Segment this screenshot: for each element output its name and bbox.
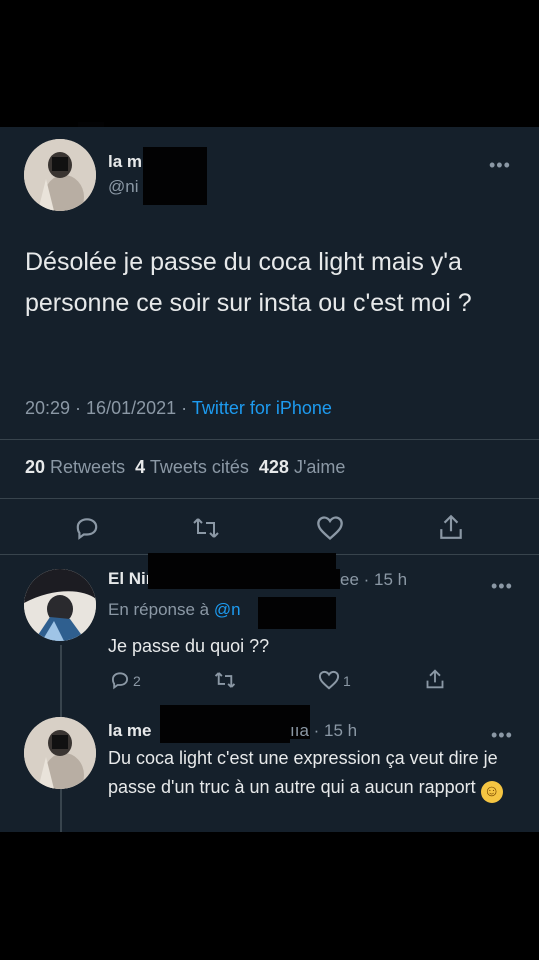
tweet-meta: 20:29 · 16/01/2021 · Twitter for iPhone — [25, 398, 332, 418]
share-icon[interactable] — [438, 513, 464, 546]
retweet-icon[interactable] — [214, 670, 236, 695]
reply-meta: ee · 15 h — [340, 570, 408, 589]
retweet-icon[interactable] — [192, 515, 220, 546]
reply-icon[interactable] — [110, 670, 130, 695]
author-handle[interactable]: @ni — [108, 177, 139, 197]
handle-redaction — [258, 597, 336, 629]
tweet-date: 16/01/2021 — [86, 398, 177, 418]
reply-avatar[interactable] — [24, 569, 96, 641]
retweets-stat[interactable]: 20 Retweets — [25, 457, 125, 477]
tweet-panel: la m @ni ••• Désolée je passe du coca li… — [0, 127, 539, 832]
thread-line — [60, 793, 62, 832]
name-redaction — [148, 569, 340, 589]
reply-to-handle[interactable]: @n — [214, 600, 241, 619]
reply-to-label: En réponse à — [108, 600, 210, 619]
reply-text-content: Du coca light c'est une expression ça ve… — [108, 748, 498, 797]
reply-text: Je passe du quoi ?? — [108, 636, 270, 656]
reply-icon[interactable] — [74, 515, 100, 546]
likes-stat[interactable]: 428 J'aime — [259, 457, 346, 477]
quotes-stat[interactable]: 4 Tweets cités — [135, 457, 249, 477]
relieved-emoji: ☺ — [480, 781, 503, 803]
author-name[interactable]: la m — [108, 152, 142, 172]
like-count: 1 — [343, 673, 351, 689]
divider — [0, 498, 539, 499]
reply-avatar[interactable] — [24, 717, 96, 789]
tweet-source[interactable]: Twitter for iPhone — [192, 398, 332, 418]
reply-text: Du coca light c'est une expression ça ve… — [108, 744, 518, 803]
tweet-time: 20:29 — [25, 398, 71, 418]
like-icon[interactable] — [318, 670, 340, 695]
reply-to: En réponse à @n — [108, 600, 241, 620]
reply-author-name[interactable]: la me — [108, 721, 151, 741]
tweet-stats: 20 Retweets 4 Tweets cités 428 J'aime — [25, 457, 345, 478]
reply-meta: ııa · 15 h — [290, 721, 358, 740]
more-icon[interactable]: ••• — [491, 726, 513, 744]
share-icon[interactable] — [425, 668, 445, 695]
reply-count: 2 — [133, 673, 141, 689]
divider — [0, 439, 539, 440]
more-icon[interactable]: ••• — [491, 577, 513, 595]
name-redaction — [160, 721, 290, 743]
like-icon[interactable] — [316, 515, 344, 546]
author-avatar[interactable] — [24, 139, 96, 211]
tweet-text: Désolée je passe du coca light mais y'a … — [25, 248, 472, 317]
more-icon[interactable]: ••• — [489, 156, 511, 174]
name-redaction — [143, 147, 207, 205]
